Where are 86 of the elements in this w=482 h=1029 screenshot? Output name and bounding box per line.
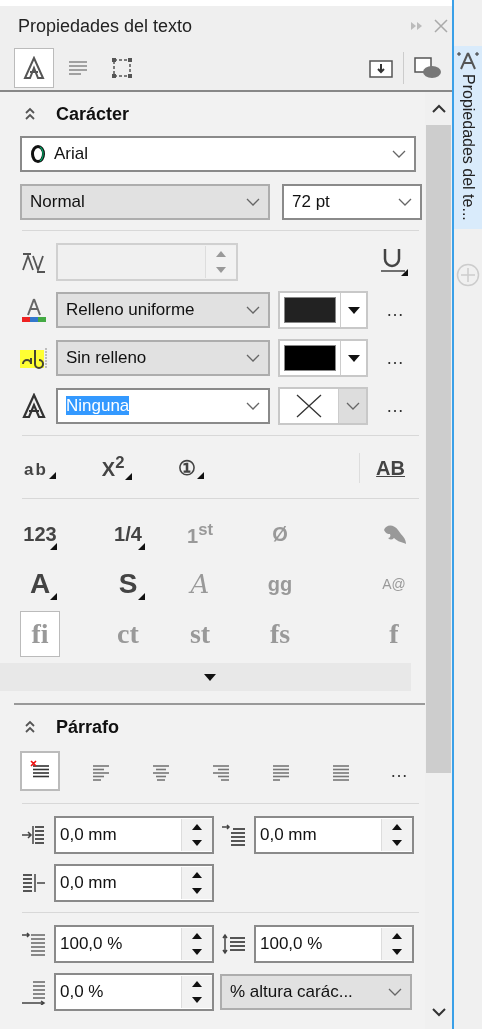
character-spacing-field[interactable]: 0,0 % [54,973,214,1011]
size-dropdown[interactable]: 72 pt [282,184,422,220]
no-color-icon [294,393,324,419]
corner-triangle-icon [50,543,57,550]
highlight-icon [20,346,48,370]
caret-icon [203,673,216,681]
spin-up-icon[interactable] [192,872,202,878]
underline-icon[interactable] [379,247,409,277]
more-button[interactable]: … [380,347,410,369]
caret-icon [246,306,260,314]
text-position-button[interactable]: ① [176,455,205,481]
corner-triangle-icon [48,472,56,479]
style-dropdown[interactable]: Normal [20,184,270,220]
letter-outline-icon [23,56,45,80]
section-title: Carácter [56,103,130,125]
opentype-feature-button[interactable]: S [108,561,148,607]
spin-down-icon[interactable] [192,840,202,846]
more-button[interactable]: … [384,760,414,782]
spin-down-icon[interactable] [192,949,202,955]
left-indent-field[interactable]: 0,0 mm [254,816,414,854]
spin-down-icon[interactable] [192,997,202,1003]
scroll-up-icon[interactable] [431,104,446,113]
text-position-button[interactable]: X$^{2}$ [99,453,133,483]
collapse-icon[interactable] [24,107,36,121]
style-overlay-icon[interactable] [414,57,442,79]
fill-type-dropdown[interactable]: Relleno uniforme [56,292,270,328]
frame-icon [111,57,133,79]
opentype-feature-button[interactable]: 123 [20,511,60,557]
kerning-icon [20,250,48,274]
caret-icon [246,402,260,410]
caret-icon [388,988,402,996]
spin-up-icon[interactable] [192,824,202,830]
outline-color-picker[interactable] [278,387,368,425]
character-tab[interactable] [14,48,54,88]
paragraph-lines-icon [68,60,88,76]
corner-triangle-icon [138,593,145,600]
corner-triangle-icon [197,472,205,479]
spin-up-icon[interactable] [192,981,202,987]
caret-icon [347,354,360,362]
alignment-button[interactable] [20,751,60,791]
text-position-button[interactable]: ab [22,455,56,481]
spin-down-icon[interactable] [392,840,402,846]
first-line-indent-field[interactable]: 0,0 mm [54,816,214,854]
paragraph-spacing-field[interactable]: 100,0 % [54,925,214,963]
corner-triangle-icon [138,543,145,550]
caret-icon [345,402,360,410]
section-title: Párrafo [56,716,120,738]
caret-icon [246,354,260,362]
caret-icon [398,198,412,206]
text-position-button[interactable]: AB [374,456,413,480]
spin-up-icon[interactable] [392,933,402,939]
more-button[interactable]: … [380,395,410,417]
spin-down-icon[interactable] [192,888,202,894]
right-indent-icon [20,871,48,895]
spacing-unit-dropdown[interactable]: % altura carác... [220,974,412,1010]
background-color-picker[interactable] [278,339,368,377]
line-spacing-field[interactable]: 100,0 % [254,925,414,963]
right-indent-field[interactable]: 0,0 mm [54,864,214,902]
docker-tab[interactable]: Propiedades del te... [454,46,482,229]
caret-icon [246,198,260,206]
first-line-indent-icon [220,823,248,847]
corner-triangle-icon [50,593,57,600]
fill-color-picker[interactable] [278,291,368,329]
opentype-font-icon [30,145,46,163]
opentype-feature-button[interactable]: A [20,561,60,607]
scrollbar-thumb[interactable] [426,125,451,773]
more-button[interactable]: … [380,299,410,321]
collapse-icon[interactable] [24,720,36,734]
paragraph-spacing-icon [20,931,48,957]
caret-icon [347,306,360,314]
scroll-down-icon[interactable] [431,1008,446,1017]
background-type-dropdown[interactable]: Sin relleno [56,340,270,376]
character-spacing-icon [20,979,48,1005]
fill-color-icon [20,297,48,323]
spin-down-icon[interactable] [392,949,402,955]
import-icon[interactable] [369,58,393,78]
letter-outline-icon [456,50,480,70]
panel-title: Propiedades del texto [18,15,194,37]
corner-triangle-icon [125,473,133,481]
font-dropdown[interactable]: Arial [20,136,416,172]
spin-up-icon[interactable] [392,824,402,830]
opentype-feature-button[interactable]: 1/4 [108,511,148,557]
spin-up-icon[interactable] [192,933,202,939]
outline-icon [20,393,48,419]
line-spacing-icon [220,932,248,956]
caret-icon [392,150,406,158]
